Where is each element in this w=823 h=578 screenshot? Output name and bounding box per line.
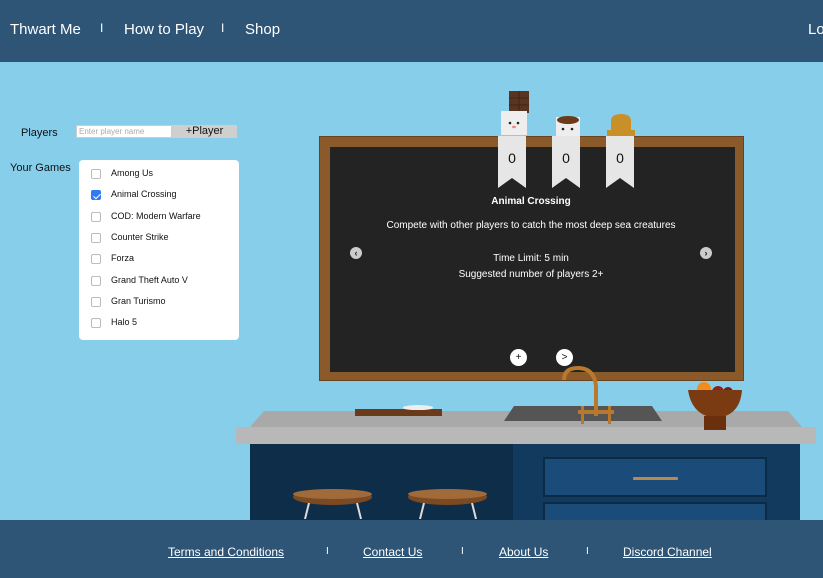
cutting-board — [355, 409, 442, 416]
game-checkbox[interactable] — [91, 296, 101, 307]
game-name: Gran Turismo — [111, 295, 166, 306]
next-game-button[interactable]: › — [700, 247, 712, 259]
game-checkbox[interactable] — [91, 169, 101, 179]
forward-icon: > — [561, 352, 568, 363]
faucet-icon — [562, 366, 614, 424]
add-player-button[interactable]: +Player — [172, 125, 237, 138]
game-name: Animal Crossing — [111, 189, 177, 200]
game-list-item[interactable]: Forza — [79, 250, 239, 268]
prev-game-button[interactable]: ‹ — [350, 247, 362, 259]
nav-how-to-play-link[interactable]: How to Play — [124, 21, 204, 38]
nav-shop-link[interactable]: Shop — [245, 21, 280, 38]
add-game-button[interactable]: + — [510, 349, 527, 366]
score-value: 0 — [616, 150, 624, 166]
footer-about-link[interactable]: About Us — [499, 545, 548, 559]
game-checkbox[interactable] — [91, 318, 101, 329]
game-name: Among Us — [111, 168, 154, 178]
game-name: Counter Strike — [111, 231, 169, 242]
knife-icon — [403, 405, 433, 410]
game-list-item[interactable]: Grand Theft Auto V — [79, 272, 239, 290]
brand-link[interactable]: Thwart Me — [10, 21, 81, 38]
game-checkbox[interactable] — [91, 275, 101, 286]
footer-terms-link[interactable]: Terms and Conditions — [168, 545, 284, 559]
drawer-handle — [633, 477, 678, 480]
chevron-left-icon: ‹ — [354, 248, 358, 258]
score-tag: 0 — [606, 136, 634, 188]
games-list[interactable]: Among Us Animal Crossing COD: Modern Warfa… — [79, 160, 239, 340]
game-name: Halo 5 — [111, 317, 138, 328]
bar-stool — [293, 489, 372, 519]
game-checkbox[interactable] — [91, 211, 101, 222]
your-games-label: Your Games — [10, 162, 71, 174]
footer-contact-link[interactable]: Contact Us — [363, 545, 422, 559]
footer-separator: I — [326, 546, 329, 557]
game-list-item[interactable]: Among Us — [79, 165, 239, 183]
top-nav: Thwart Me I How to Play I Shop Lo — [0, 0, 823, 62]
hot-cocoa-mug-icon — [556, 116, 580, 136]
start-game-button[interactable]: > — [556, 349, 573, 366]
nav-separator: I — [100, 21, 104, 35]
score-tag: 0 — [552, 136, 580, 188]
footer-separator: I — [586, 546, 589, 557]
game-description: Compete with other players to catch the … — [386, 220, 676, 231]
player-avatar-bread — [607, 113, 635, 136]
player-avatar-cocoa — [554, 113, 582, 136]
game-name: COD: Modern Warfare — [111, 210, 201, 221]
player-name-input[interactable] — [76, 125, 172, 138]
score-tag: 0 — [498, 136, 526, 188]
footer-separator: I — [461, 546, 464, 557]
fruit-bowl-icon — [688, 382, 742, 430]
game-list-item[interactable]: Animal Crossing — [79, 186, 239, 204]
nav-login-link[interactable]: Lo — [808, 21, 823, 38]
footer-discord-link[interactable]: Discord Channel — [623, 545, 712, 559]
game-name: Grand Theft Auto V — [111, 274, 188, 285]
chevron-right-icon: › — [704, 248, 708, 258]
game-checkbox[interactable] — [91, 232, 101, 243]
nav-separator: I — [221, 21, 225, 35]
game-checkbox[interactable] — [91, 254, 101, 265]
game-list-item[interactable]: Counter Strike — [79, 229, 239, 247]
chocolate-bar-icon — [501, 91, 529, 135]
bread-icon — [607, 114, 635, 136]
game-list-item[interactable]: COD: Modern Warfare — [79, 208, 239, 226]
score-value: 0 — [562, 150, 570, 166]
game-list-item[interactable]: Gran Turismo — [79, 293, 239, 311]
bar-stool — [408, 489, 487, 519]
game-time-limit: Time Limit: 5 min — [493, 253, 569, 264]
footer: Terms and Conditions I Contact Us I Abou… — [0, 520, 823, 578]
player-avatar-chocolate — [499, 89, 531, 136]
plus-icon: + — [515, 352, 522, 363]
game-suggested-players: Suggested number of players 2+ — [458, 269, 604, 280]
game-name: Forza — [111, 253, 135, 264]
players-label: Players — [21, 127, 58, 139]
game-title: Animal Crossing — [491, 196, 571, 207]
score-value: 0 — [508, 150, 516, 166]
game-checkbox[interactable] — [91, 190, 101, 201]
game-list-item[interactable]: Halo 5 — [79, 314, 239, 332]
